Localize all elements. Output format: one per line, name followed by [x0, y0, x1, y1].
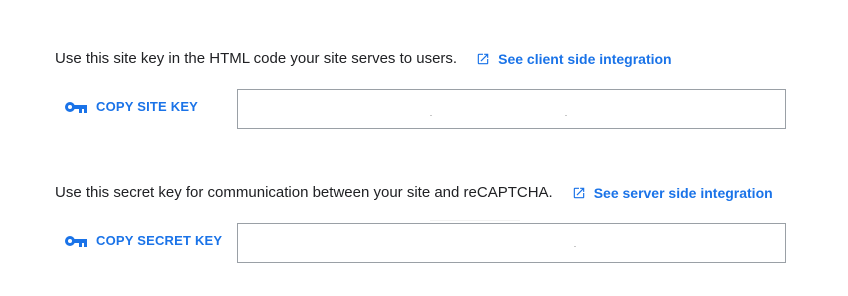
server-side-integration-label: See server side integration: [593, 184, 773, 201]
secret-key-description-row: Use this secret key for communication be…: [55, 184, 773, 201]
key-icon: [65, 101, 87, 113]
site-key-description: Use this site key in the HTML code your …: [55, 50, 458, 67]
copy-site-key-label: COPY SITE KEY: [96, 99, 199, 114]
site-key-field[interactable]: [237, 89, 786, 129]
copy-site-key-button[interactable]: COPY SITE KEY: [64, 99, 198, 114]
redaction-artifact: [565, 115, 567, 116]
redaction-artifact: [430, 220, 520, 221]
key-icon: [65, 235, 87, 247]
copy-secret-key-button[interactable]: COPY SECRET KEY: [64, 233, 222, 248]
client-side-integration-link[interactable]: See client side integration: [476, 51, 672, 67]
open-in-new-icon: [573, 187, 584, 198]
redaction-artifact: [574, 246, 576, 247]
server-side-integration-link[interactable]: See server side integration: [572, 185, 773, 201]
secret-key-description: Use this secret key for communication be…: [55, 184, 553, 201]
client-side-integration-label: See client side integration: [498, 50, 672, 67]
copy-secret-key-label: COPY SECRET KEY: [96, 233, 223, 248]
redaction-artifact: [430, 115, 432, 116]
secret-key-field[interactable]: [237, 223, 786, 263]
site-key-description-row: Use this site key in the HTML code your …: [55, 50, 672, 67]
open-in-new-icon: [477, 53, 489, 64]
